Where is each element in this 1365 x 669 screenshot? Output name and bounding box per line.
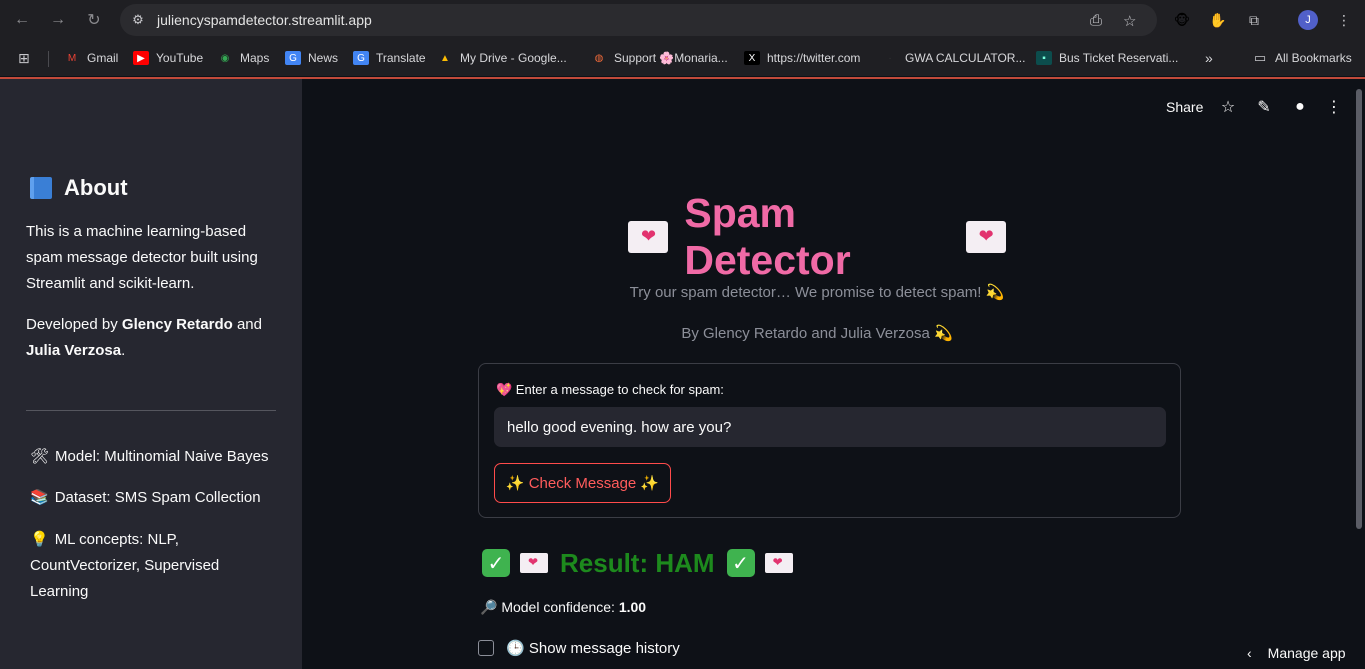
youtube-icon: ▶ bbox=[133, 51, 149, 65]
history-checkbox[interactable] bbox=[478, 640, 494, 656]
result-heading: ✓ Result: HAM ✓ bbox=[482, 547, 805, 579]
message-form: 💖 Enter a message to check for spam: ✨ C… bbox=[478, 363, 1181, 518]
address-bar[interactable]: ⚙ juliencyspamdetector.streamlit.app ⎙ ☆ bbox=[120, 4, 1157, 36]
back-arrow-icon[interactable]: ← bbox=[10, 8, 34, 32]
folder-icon: ▭ bbox=[1253, 50, 1267, 65]
app-menu-icon[interactable]: ⋮ bbox=[1324, 97, 1344, 117]
sidebar-concepts: 💡 ML concepts: NLP, CountVectorizer, Supe… bbox=[30, 531, 220, 600]
gmail-icon: M bbox=[67, 52, 77, 64]
bookmark-maps[interactable]: ◉ Maps bbox=[217, 50, 270, 66]
browser-toolbar: ← → ↻ ⚙ juliencyspamdetector.streamlit.a… bbox=[0, 0, 1365, 40]
maps-icon: ◉ bbox=[220, 52, 230, 64]
extension-monkey-icon[interactable]: 🐵 bbox=[1171, 9, 1193, 31]
forward-arrow-icon[interactable]: → bbox=[46, 8, 70, 32]
edit-pencil-icon[interactable]: ✎ bbox=[1254, 97, 1274, 117]
message-input[interactable] bbox=[494, 407, 1166, 447]
site-info-icon[interactable]: ⚙ bbox=[130, 12, 146, 28]
all-bookmarks-button[interactable]: ▭ All Bookmarks bbox=[1252, 50, 1352, 66]
model-confidence: 🔎 Model confidence: 1.00 bbox=[480, 599, 647, 615]
bookmark-youtube[interactable]: ▶ YouTube bbox=[133, 50, 203, 66]
love-letter-icon bbox=[764, 553, 793, 573]
bookmarks-bar: ⊞ M Gmail ▶ YouTube ◉ Maps G News G Translate… bbox=[0, 40, 1365, 76]
page-title: Spam Detector bbox=[612, 190, 1022, 283]
message-input-label: 💖 Enter a message to check for spam: bbox=[496, 382, 724, 397]
sidebar-developers: Developed by Glency Retardo and Julia Ve… bbox=[26, 316, 262, 359]
love-letter-icon bbox=[520, 553, 548, 573]
news-icon: G bbox=[285, 51, 301, 65]
install-app-icon[interactable]: ⎙ bbox=[1090, 12, 1102, 29]
sidebar-heading: About bbox=[30, 175, 128, 201]
check-mark-icon: ✓ bbox=[482, 549, 510, 577]
check-message-button[interactable]: ✨ Check Message ✨ bbox=[494, 463, 671, 503]
bookmark-translate[interactable]: G Translate bbox=[353, 50, 426, 66]
bookmark-gmail[interactable]: M Gmail bbox=[64, 50, 119, 66]
bookmark-bus[interactable]: ▪ Bus Ticket Reservati... bbox=[1036, 50, 1178, 66]
extensions-puzzle-icon[interactable]: ⧉ bbox=[1243, 9, 1265, 31]
bookmark-twitter[interactable]: Xhttps://twitter.com bbox=[744, 50, 860, 66]
more-bookmarks-button[interactable]: » bbox=[1205, 50, 1213, 66]
extension-hand-icon[interactable]: ✋ bbox=[1207, 9, 1229, 31]
bookmark-drive[interactable]: ▲ My Drive - Google... bbox=[437, 50, 567, 66]
check-mark-icon: ✓ bbox=[726, 549, 755, 577]
page-byline: By Glency Retardo and Julia Verzosa 💫 bbox=[681, 325, 953, 342]
sidebar: About This is a machine learning-based s… bbox=[0, 79, 302, 669]
sidebar-divider bbox=[26, 410, 276, 411]
history-toggle[interactable]: 🕒 Show message history bbox=[478, 639, 680, 657]
sidebar-model: 🛠 Model: Multinomial Naive Bayes bbox=[30, 448, 269, 465]
page-scrollbar[interactable] bbox=[1356, 89, 1362, 529]
bookmark-divider bbox=[48, 51, 49, 67]
bookmark-star-icon[interactable]: ☆ bbox=[1123, 12, 1136, 30]
x-icon: X bbox=[744, 51, 760, 65]
url-text[interactable]: juliencyspamdetector.streamlit.app bbox=[157, 12, 372, 28]
reload-icon[interactable]: ↻ bbox=[82, 8, 106, 32]
manage-app-button[interactable]: ‹ Manage app bbox=[1247, 645, 1346, 661]
profile-avatar[interactable]: J bbox=[1298, 10, 1318, 30]
github-icon[interactable]: ● bbox=[1290, 97, 1310, 117]
translate-icon: G bbox=[353, 51, 369, 65]
apps-grid-icon[interactable]: ⊞ bbox=[18, 50, 30, 66]
love-letter-icon bbox=[965, 221, 1006, 253]
sidebar-description: This is a machine learning-based spam me… bbox=[26, 223, 258, 292]
main-content: Share ☆ ✎ ● ⋮ Spam Detector Try our spam… bbox=[302, 79, 1365, 669]
share-button[interactable]: Share bbox=[1166, 99, 1203, 115]
support-icon: ◍ bbox=[594, 52, 604, 64]
drive-icon: ▲ bbox=[440, 52, 450, 64]
tools-icon: 🛠 bbox=[30, 448, 50, 465]
chevron-left-icon: ‹ bbox=[1247, 645, 1252, 661]
bookmark-news[interactable]: G News bbox=[285, 50, 338, 66]
bookmark-gwa[interactable]: · GWA CALCULATOR... bbox=[882, 50, 1025, 66]
bus-icon: ▪ bbox=[1036, 51, 1052, 65]
gwa-icon: · bbox=[888, 52, 892, 64]
star-icon[interactable]: ☆ bbox=[1218, 97, 1238, 117]
love-letter-icon bbox=[628, 221, 669, 253]
browser-menu-icon[interactable]: ⋮ bbox=[1333, 9, 1355, 31]
books-icon: 📚 bbox=[30, 489, 49, 506]
page-subtitle: Try our spam detector… We promise to det… bbox=[629, 284, 1005, 301]
lightbulb-icon: 💡 bbox=[30, 531, 49, 548]
bookmark-support[interactable]: ◍ Support 🌸Monaria... bbox=[591, 50, 728, 66]
sidebar-dataset: 📚 Dataset: SMS Spam Collection bbox=[30, 489, 261, 506]
book-icon bbox=[30, 177, 52, 199]
